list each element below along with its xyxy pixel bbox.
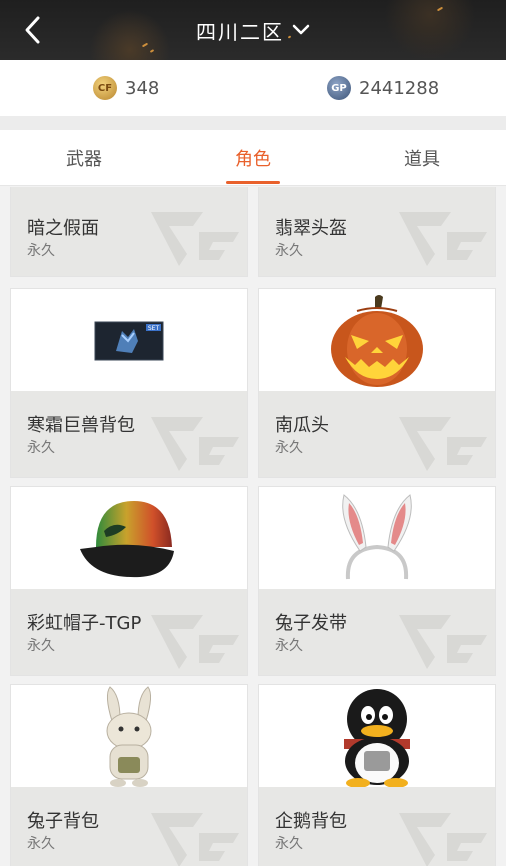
item-image [259, 685, 495, 789]
gp-points-balance: GP 2441288 [327, 60, 439, 116]
item-name: 暗之假面 [27, 218, 99, 239]
cf-watermark-icon [399, 417, 487, 471]
item-card[interactable]: 南瓜头 永久 [258, 288, 496, 478]
item-duration: 永久 [27, 243, 55, 259]
item-card[interactable]: 兔子背包 永久 [10, 684, 248, 866]
gp-points-value: 2441288 [359, 77, 440, 99]
item-card[interactable]: 彩虹帽子-TGP 永久 [10, 486, 248, 676]
gp-coin-icon: GP [327, 76, 351, 100]
cf-watermark-icon [151, 813, 239, 866]
cf-watermark-icon [399, 615, 487, 669]
balance-bar: CF 348 GP 2441288 [0, 60, 506, 116]
pumpkin-head-icon [331, 295, 423, 387]
server-name: 四川二区 [196, 19, 284, 44]
penguin-backpack-icon [344, 689, 410, 788]
item-grid: 暗之假面 永久 翡翠头盔 永久 SET 寒霜巨兽背包 永久 南瓜头 永久 彩虹帽… [0, 187, 506, 866]
item-name: 寒霜巨兽背包 [27, 415, 135, 436]
cf-watermark-icon [399, 212, 487, 266]
item-name: 企鹅背包 [275, 811, 347, 832]
tab-items[interactable]: 道具 [338, 130, 506, 186]
item-duration: 永久 [275, 440, 303, 456]
divider [0, 116, 506, 130]
item-name: 翡翠头盔 [275, 218, 347, 239]
chevron-down-icon [292, 24, 310, 35]
tab-weapons[interactable]: 武器 [0, 130, 168, 186]
item-name: 南瓜头 [275, 415, 329, 436]
item-card[interactable]: 兔子发带 永久 [258, 486, 496, 676]
cf-points-value: 348 [125, 77, 160, 99]
cf-coin-icon: CF [93, 76, 117, 100]
item-duration: 永久 [275, 638, 303, 654]
category-tabs: 武器 角色 道具 [0, 130, 506, 186]
item-image [11, 685, 247, 789]
bunny-headband-icon [342, 494, 412, 580]
item-name: 兔子背包 [27, 811, 99, 832]
cf-watermark-icon [151, 212, 239, 266]
item-duration: 永久 [27, 638, 55, 654]
svg-text:SET: SET [148, 325, 160, 332]
server-selector[interactable]: 四川二区 [0, 0, 506, 60]
cf-points-balance: CF 348 [93, 60, 159, 116]
item-image [259, 289, 495, 393]
item-duration: 永久 [275, 243, 303, 259]
frost-beast-backpack-icon: SET [94, 321, 164, 361]
cf-watermark-icon [151, 615, 239, 669]
cf-watermark-icon [151, 417, 239, 471]
item-card[interactable]: 暗之假面 永久 [10, 187, 248, 277]
item-card[interactable]: SET 寒霜巨兽背包 永久 [10, 288, 248, 478]
item-image [259, 487, 495, 591]
item-duration: 永久 [27, 440, 55, 456]
item-duration: 永久 [27, 836, 55, 852]
item-card[interactable]: 翡翠头盔 永久 [258, 187, 496, 277]
item-image: SET [11, 289, 247, 393]
item-duration: 永久 [275, 836, 303, 852]
cf-watermark-icon [399, 813, 487, 866]
item-image [11, 487, 247, 591]
rainbow-cap-icon [80, 501, 174, 578]
bunny-backpack-icon [106, 686, 152, 787]
tab-characters[interactable]: 角色 [169, 130, 337, 186]
item-card[interactable]: 企鹅背包 永久 [258, 684, 496, 866]
active-tab-indicator [226, 181, 280, 184]
top-bar: 四川二区 [0, 0, 506, 60]
item-name: 彩虹帽子-TGP [27, 613, 142, 634]
item-name: 兔子发带 [275, 613, 347, 634]
